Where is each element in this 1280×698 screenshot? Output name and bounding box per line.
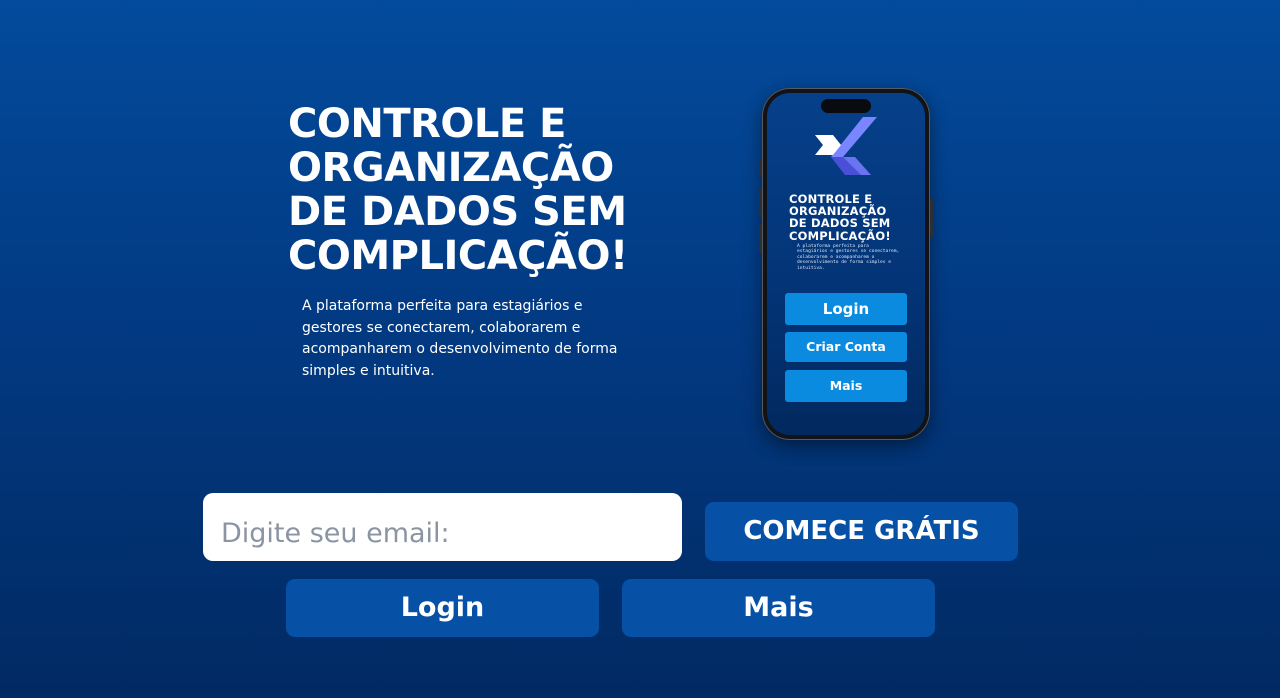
- phone-mute-switch: [759, 160, 762, 178]
- phone-login-button[interactable]: Login: [785, 293, 907, 325]
- x-logo-icon: [815, 117, 877, 175]
- phone-create-account-button[interactable]: Criar Conta: [785, 332, 907, 362]
- phone-title: CONTROLE E ORGANIZAÇÃO DE DADOS SEM COMP…: [789, 192, 891, 243]
- phone-power-button: [930, 198, 933, 238]
- email-input[interactable]: [203, 493, 682, 561]
- phone-notch: [821, 99, 871, 113]
- phone-screen: CONTROLE E ORGANIZAÇÃO DE DADOS SEM COMP…: [767, 93, 925, 435]
- phone-volume-up: [759, 188, 762, 218]
- phone-more-button[interactable]: Mais: [785, 370, 907, 402]
- phone-description: A plataforma perfeita para estagiários e…: [797, 244, 900, 271]
- phone-mockup: CONTROLE E ORGANIZAÇÃO DE DADOS SEM COMP…: [759, 88, 933, 440]
- more-button[interactable]: Mais: [622, 579, 935, 637]
- login-button[interactable]: Login: [286, 579, 599, 637]
- hero-subtitle: A plataforma perfeita para estagiários e…: [302, 298, 618, 379]
- start-free-button[interactable]: COMECE GRÁTIS: [705, 502, 1018, 561]
- hero-title: CONTROLE E ORGANIZAÇÃO DE DADOS SEM COMP…: [288, 101, 628, 279]
- phone-volume-down: [759, 224, 762, 254]
